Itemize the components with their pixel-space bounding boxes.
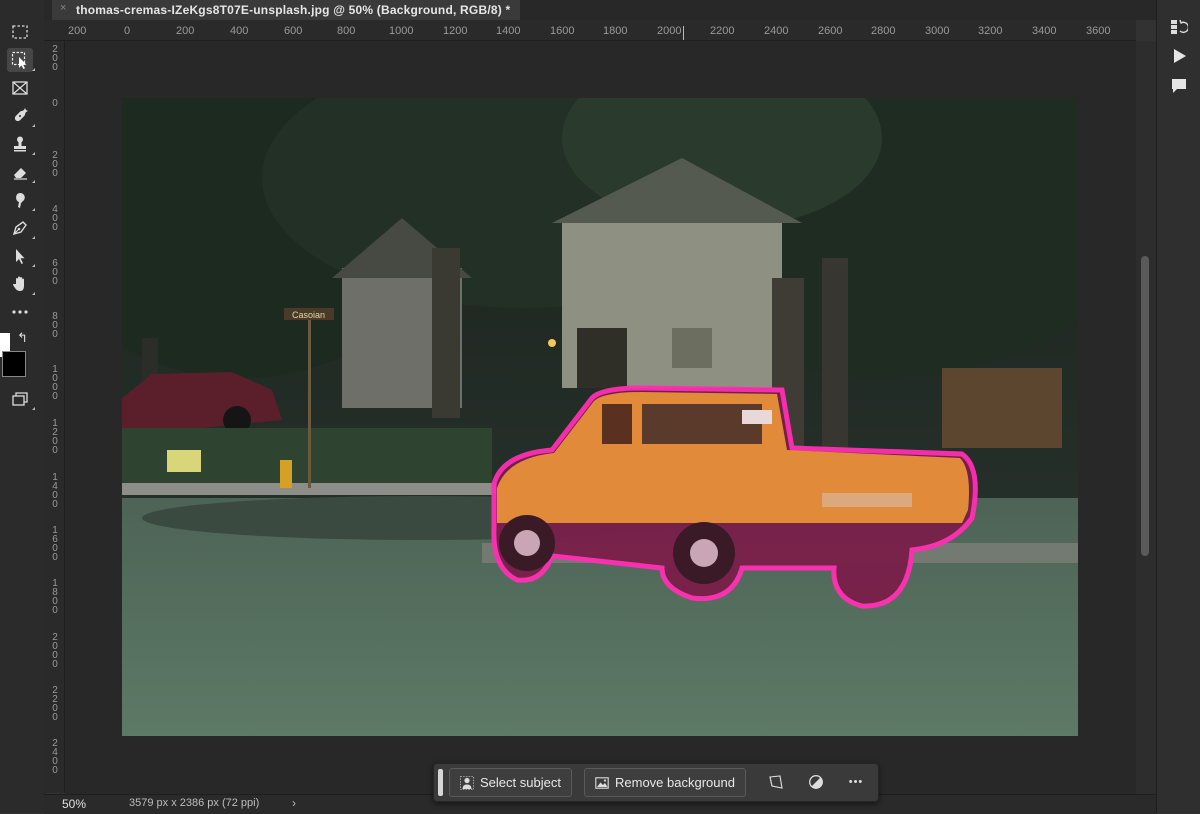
status-menu-arrow-icon[interactable]: › [292,796,296,810]
comments-panel-button[interactable] [1167,75,1191,97]
frame-icon [12,81,28,95]
document-title: thomas-cremas-IZeKgs8T07E-unsplash.jpg @… [76,3,511,17]
ruler-label: 1000 [389,25,414,37]
adjustment-icon [809,775,823,789]
ruler-label: 1400 [496,25,521,37]
street-sign-text: Casoian [292,310,325,320]
clone-stamp-tool[interactable] [7,132,35,156]
ruler-label: 600 [284,25,303,37]
ruler-label: 2200 [52,685,58,723]
ruler-label: 1200 [52,418,58,456]
healing-brush-tool[interactable] [7,104,35,128]
edit-toolbar-button[interactable] [7,300,33,324]
vertical-scrollbar[interactable] [1136,41,1156,794]
vertical-ruler[interactable]: 200 0 200 400 600 800 1000 1200 1400 160… [44,41,65,793]
pen-icon [12,221,27,236]
photo-image[interactable]: Casoian [122,98,1078,736]
zoom-level[interactable]: 50% [62,797,86,811]
hand-icon [13,276,24,291]
ruler-label: 200 [52,150,58,179]
street-scene-illustration: Casoian [122,98,1078,736]
object-selection-icon [11,51,27,69]
select-subject-button[interactable]: Select subject [449,768,572,797]
eraser-icon [14,168,27,180]
rectangular-marquee-tool[interactable] [7,20,33,44]
transform-icon [769,775,783,789]
ruler-label: 200 [68,25,87,37]
ruler-label: 1200 [443,25,468,37]
screen-mode-icon [12,392,28,406]
marquee-icon [12,25,28,39]
ruler-label: 2400 [764,25,789,37]
ruler-label: 200 [176,25,195,37]
play-icon [1174,49,1186,63]
ruler-label: 2000 [657,25,682,37]
ruler-label: 600 [52,258,58,287]
transform-selection-button[interactable] [766,772,786,792]
pen-tool[interactable] [7,216,35,240]
remove-background-button[interactable]: Remove background [584,768,746,797]
ruler-label: 2800 [871,25,896,37]
ruler-label: 400 [230,25,249,37]
horizontal-ruler[interactable]: 200 0 200 400 600 800 1000 1200 1400 160… [44,20,1136,41]
ruler-label: 800 [52,311,58,340]
select-subject-icon [460,775,474,790]
ruler-label: 1800 [52,578,58,616]
swap-colors-icon[interactable]: ↰ [17,330,28,346]
ruler-label: 3600 [1086,25,1111,37]
smudge-tool[interactable] [7,188,35,212]
ruler-label: 1000 [52,364,58,402]
healing-brush-icon [14,108,28,122]
ruler-label: 2000 [52,632,58,670]
object-selection-tool[interactable] [7,48,35,72]
ruler-label: 2600 [818,25,843,37]
taskbar-drag-handle[interactable] [438,769,443,796]
ruler-label: 2200 [710,25,735,37]
ruler-label: 400 [52,204,58,233]
adjustment-layer-button[interactable] [806,772,826,792]
right-panel-strip [1156,0,1200,813]
close-tab-icon[interactable]: × [60,2,66,14]
comment-icon [1172,79,1186,93]
select-subject-label: Select subject [480,775,561,790]
frame-tool[interactable] [7,76,33,100]
ruler-label: 3400 [1032,25,1057,37]
document-dimensions: 3579 px x 2386 px (72 ppi) [129,797,260,809]
image-icon [595,776,609,789]
remove-background-label: Remove background [615,775,735,790]
scrollbar-thumb[interactable] [1141,256,1149,556]
ruler-label: 0 [124,25,131,37]
history-panel-button[interactable] [1167,16,1191,38]
ruler-label: 1600 [52,525,58,563]
hand-tool[interactable] [7,272,35,296]
actions-panel-button[interactable] [1167,45,1191,67]
more-tools-icon [12,310,28,314]
history-icon [1171,19,1188,34]
change-screen-mode-button[interactable] [7,387,35,411]
more-options-icon[interactable]: ••• [846,772,866,792]
tools-panel: ↰ [0,0,45,813]
ruler-label: 1800 [603,25,628,37]
ruler-cursor-marker [683,26,684,40]
ruler-label: 0 [52,98,58,109]
document-canvas[interactable]: Casoian [65,41,1136,794]
stamp-icon [14,136,26,152]
ruler-label: 1600 [550,25,575,37]
ruler-label: 1400 [52,472,58,510]
eraser-tool[interactable] [7,160,35,184]
document-tab[interactable]: × thomas-cremas-IZeKgs8T07E-unsplash.jpg… [52,0,521,20]
ruler-label: 2400 [52,738,58,776]
contextual-task-bar: Select subject Remove background ••• [433,763,879,802]
ruler-label: 3200 [978,25,1003,37]
background-color-swatch[interactable] [2,351,26,377]
ruler-label: 800 [337,25,356,37]
ruler-label: 200 [52,44,58,73]
smudge-icon [16,193,25,208]
ruler-label: 3000 [925,25,950,37]
direct-selection-tool[interactable] [7,244,35,268]
document-tab-bar: × thomas-cremas-IZeKgs8T07E-unsplash.jpg… [44,0,1156,20]
direct-selection-icon [16,249,25,264]
